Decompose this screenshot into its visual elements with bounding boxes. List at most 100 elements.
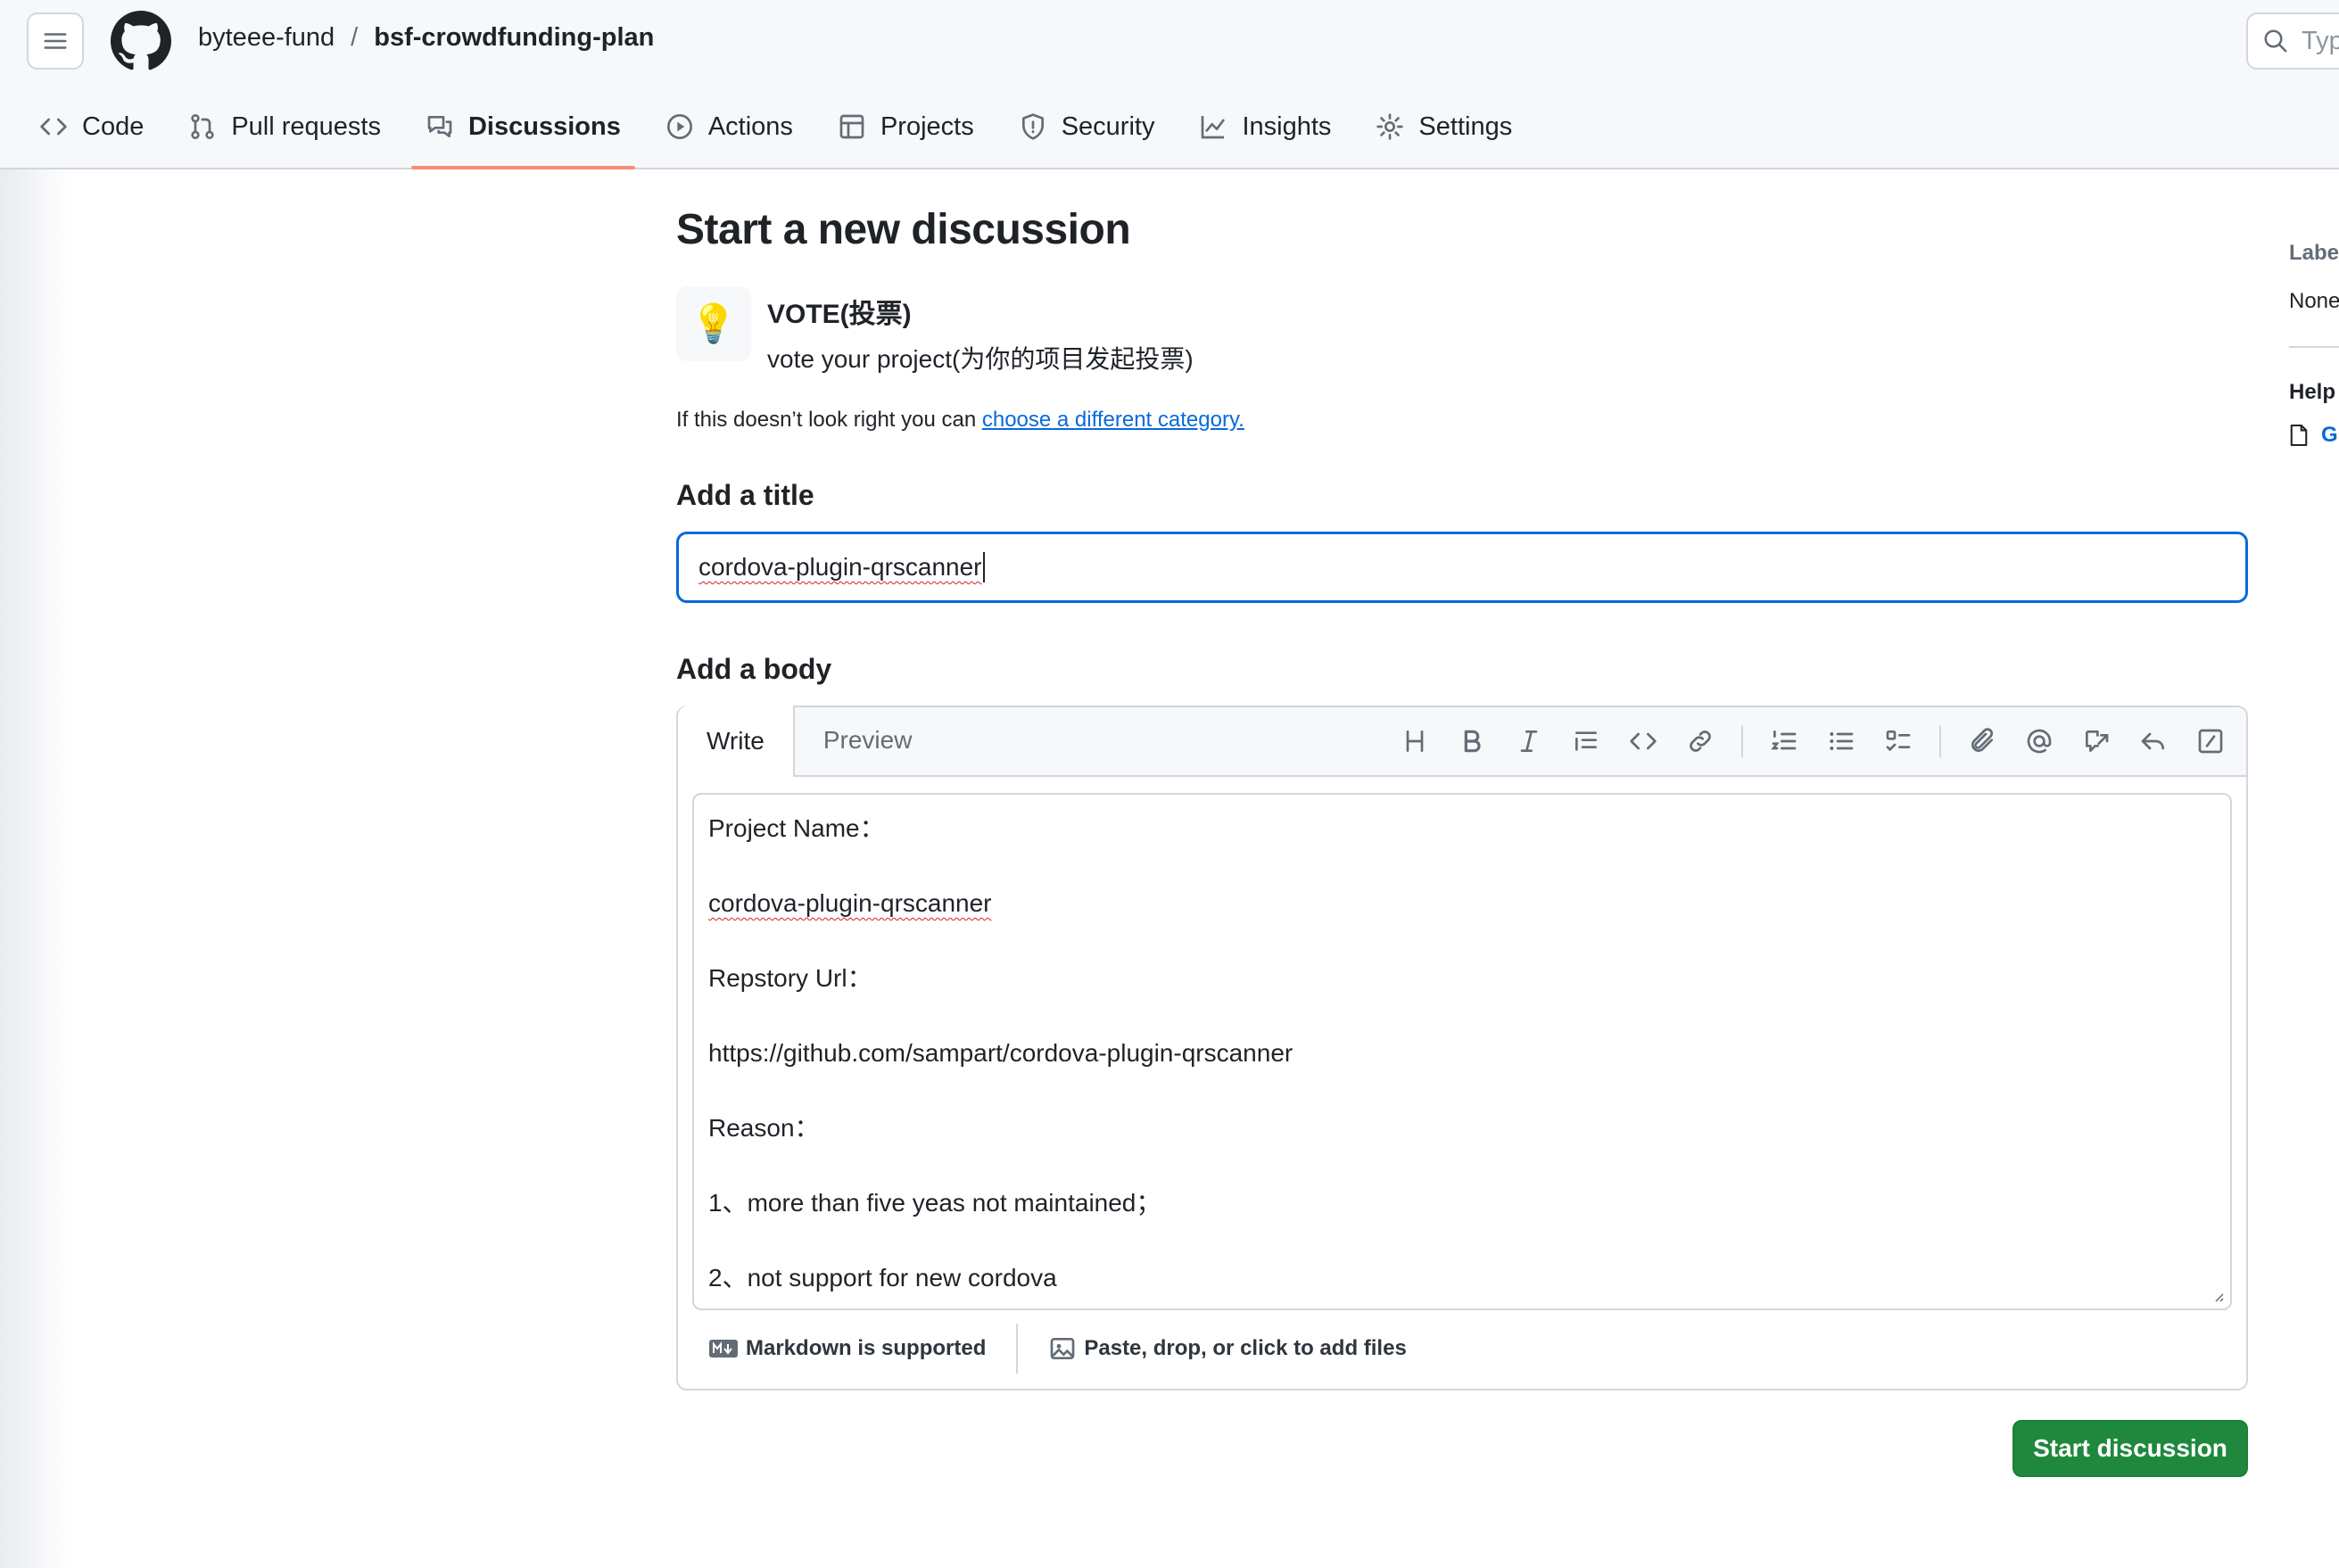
body-line: Repstory Url： bbox=[708, 964, 872, 992]
selected-category: 💡 VOTE(投票) vote your project(为你的项目发起投票) bbox=[676, 286, 2248, 375]
reply-icon bbox=[2141, 732, 2164, 750]
body-textarea[interactable]: Project Name： cordova-plugin-qrscanner R… bbox=[692, 793, 2232, 1310]
breadcrumb: byteee-fund / bsf-crowdfunding-plan bbox=[198, 23, 654, 53]
link-icon bbox=[1690, 730, 1711, 752]
start-discussion-button[interactable]: Start discussion bbox=[2013, 1420, 2248, 1477]
repo-nav-tabs: Code Pull requests Discussions Actions P… bbox=[25, 100, 1542, 169]
discussion-icon bbox=[427, 116, 452, 137]
editor-header: Write Preview bbox=[678, 706, 2246, 777]
menu-icon bbox=[44, 33, 67, 49]
quote-button[interactable] bbox=[1570, 725, 1602, 757]
body-line: Project Name： bbox=[708, 814, 885, 842]
cross-reference-icon bbox=[2086, 730, 2109, 752]
search-icon bbox=[2264, 29, 2287, 53]
hint-text: If this doesn’t look right you can bbox=[676, 408, 982, 432]
pull-request-icon bbox=[191, 113, 214, 139]
mention-icon bbox=[2027, 729, 2052, 754]
footer-divider bbox=[1016, 1324, 1019, 1374]
unordered-list-icon bbox=[1830, 732, 1854, 750]
body-line-text: cordova-plugin-qrscanner bbox=[708, 889, 992, 917]
italic-icon bbox=[1520, 730, 1538, 752]
tab-label: Code bbox=[82, 111, 145, 141]
body-label: Add a body bbox=[676, 653, 832, 685]
graph-icon bbox=[1202, 116, 1226, 139]
code-icon bbox=[40, 118, 67, 136]
cross-reference-button[interactable] bbox=[2080, 725, 2112, 757]
lightbulb-icon: 💡 bbox=[676, 286, 751, 361]
gear-icon bbox=[1376, 113, 1404, 140]
tab-discussions[interactable]: Discussions bbox=[410, 100, 635, 169]
labels-heading[interactable]: Labels bbox=[2289, 241, 2339, 266]
body-line: https://github.com/sampart/cordova-plugi… bbox=[708, 1039, 1293, 1067]
task-list-icon bbox=[1886, 730, 1911, 752]
tab-label: Actions bbox=[707, 111, 793, 141]
sidebar-divider bbox=[2289, 346, 2339, 348]
unordered-list-button[interactable] bbox=[1825, 725, 1857, 757]
ordered-list-button[interactable] bbox=[1768, 725, 1800, 757]
right-sidebar: Labels None Help G bbox=[2289, 241, 2339, 448]
link-button[interactable] bbox=[1684, 725, 1716, 757]
task-list-button[interactable] bbox=[1882, 725, 1914, 757]
markdown-icon bbox=[709, 1340, 738, 1358]
tab-projects[interactable]: Projects bbox=[823, 100, 988, 153]
play-icon bbox=[666, 114, 692, 139]
toolbar-divider bbox=[1741, 725, 1743, 757]
formatting-toolbar bbox=[1399, 725, 2227, 757]
left-shadow bbox=[0, 169, 71, 1568]
hamburger-menu-button[interactable] bbox=[27, 12, 84, 70]
image-icon bbox=[1051, 1338, 1075, 1359]
help-link[interactable]: G bbox=[2289, 423, 2339, 448]
add-files-button[interactable]: Paste, drop, or click to add files bbox=[1048, 1334, 1407, 1363]
choose-category-link[interactable]: choose a different category. bbox=[982, 408, 1244, 432]
help-heading: Help bbox=[2289, 380, 2336, 404]
tab-pull-requests[interactable]: Pull requests bbox=[174, 100, 395, 153]
category-hint: If this doesn’t look right you can choos… bbox=[676, 408, 2248, 433]
tab-label: Insights bbox=[1242, 111, 1332, 141]
markdown-supported-link[interactable]: Markdown is supported bbox=[708, 1336, 986, 1361]
code-button[interactable] bbox=[1627, 725, 1659, 757]
tab-label: Settings bbox=[1418, 111, 1513, 141]
repo-link[interactable]: bsf-crowdfunding-plan bbox=[374, 23, 654, 53]
italic-button[interactable] bbox=[1513, 725, 1545, 757]
tab-settings[interactable]: Settings bbox=[1361, 100, 1526, 153]
tab-code[interactable]: Code bbox=[25, 100, 158, 153]
heading-icon bbox=[1406, 730, 1424, 752]
owner-link[interactable]: byteee-fund bbox=[198, 23, 335, 53]
labels-value: None bbox=[2289, 289, 2339, 313]
tab-label: Discussions bbox=[467, 111, 621, 141]
search-input[interactable]: Typ bbox=[2246, 12, 2339, 70]
tab-label: Projects bbox=[880, 111, 974, 141]
preview-tab[interactable]: Preview bbox=[795, 706, 941, 775]
page-title: Start a new discussion bbox=[676, 206, 1131, 253]
title-label: Add a title bbox=[676, 479, 814, 511]
category-description: vote your project(为你的项目发起投票) bbox=[767, 345, 1194, 373]
bold-icon bbox=[1464, 730, 1481, 753]
tab-security[interactable]: Security bbox=[1004, 100, 1170, 153]
slash-commands-button[interactable] bbox=[2194, 725, 2227, 757]
discussion-form: Start a new discussion 💡 VOTE(投票) vote y… bbox=[676, 205, 2248, 1477]
resize-handle-icon[interactable] bbox=[2211, 1289, 2225, 1303]
tab-insights[interactable]: Insights bbox=[1185, 100, 1345, 153]
mention-button[interactable] bbox=[2023, 725, 2055, 757]
tab-label: Security bbox=[1061, 111, 1155, 141]
undo-button[interactable] bbox=[2137, 725, 2170, 757]
body-line: 2、not support for new cordova bbox=[708, 1264, 1057, 1292]
paperclip-icon bbox=[1971, 728, 1994, 752]
attach-button[interactable] bbox=[1966, 725, 1998, 757]
title-value: cordova-plugin-qrscanner bbox=[698, 553, 982, 581]
github-logo-icon[interactable] bbox=[111, 11, 171, 71]
quote-icon bbox=[1575, 731, 1597, 751]
tab-label: Pull requests bbox=[231, 111, 381, 141]
write-tab[interactable]: Write bbox=[678, 706, 795, 777]
category-name: VOTE(投票) bbox=[767, 300, 912, 329]
body-line: cordova-plugin-qrscanner bbox=[708, 886, 2216, 961]
slash-icon bbox=[2198, 729, 2223, 754]
repo-header: byteee-fund / bsf-crowdfunding-plan Typ … bbox=[0, 0, 2339, 169]
tab-actions[interactable]: Actions bbox=[651, 100, 807, 153]
heading-button[interactable] bbox=[1399, 725, 1431, 757]
markdown-label: Markdown is supported bbox=[746, 1336, 987, 1360]
title-input[interactable]: cordova-plugin-qrscanner bbox=[676, 532, 2248, 603]
body-line: Reason： bbox=[708, 1114, 820, 1142]
table-icon bbox=[839, 114, 864, 139]
bold-button[interactable] bbox=[1456, 725, 1488, 757]
